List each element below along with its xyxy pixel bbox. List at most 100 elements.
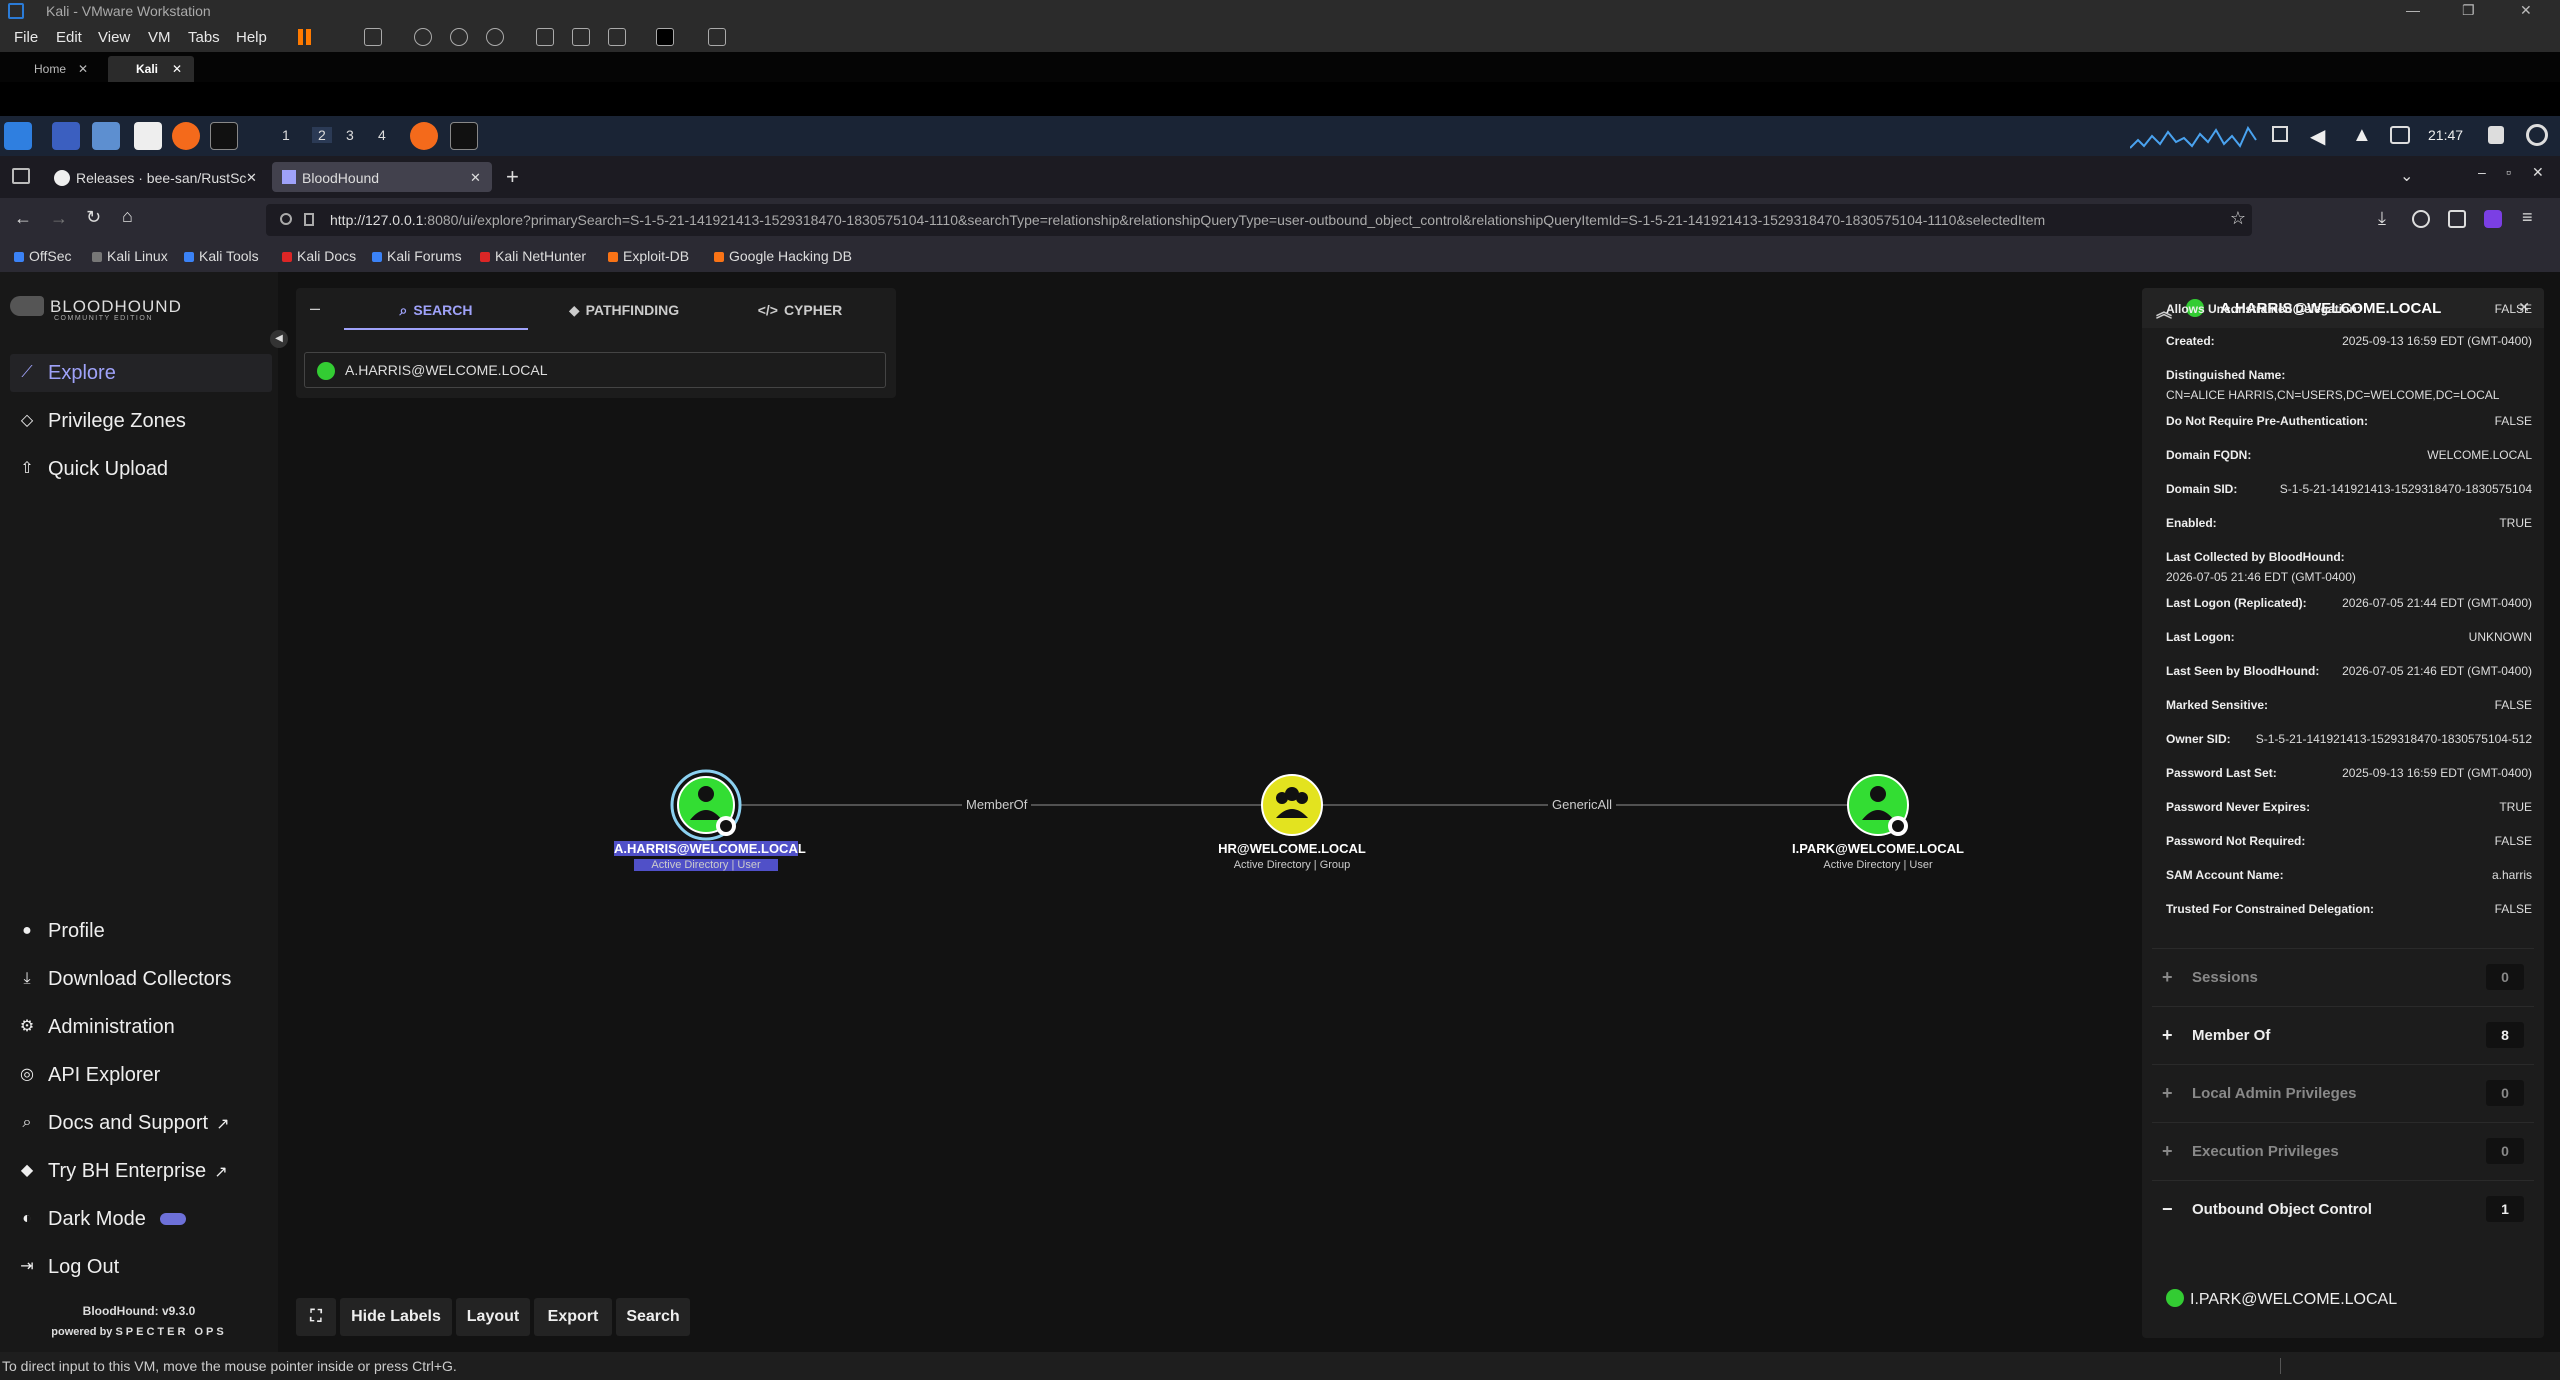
- workspace-2[interactable]: 2: [312, 127, 332, 143]
- url-host: http://127.0.0.1: [330, 212, 424, 228]
- maximize-icon[interactable]: ▫: [2506, 164, 2511, 180]
- device-icons[interactable]: [2280, 1358, 2540, 1374]
- close-window-icon[interactable]: ✕: [2532, 164, 2544, 181]
- thumbnail-icon[interactable]: [572, 28, 590, 46]
- tab-bloodhound[interactable]: BloodHound ✕: [272, 162, 492, 192]
- menu-help[interactable]: Help: [236, 29, 267, 46]
- library-icon[interactable]: [536, 28, 554, 46]
- volume-icon[interactable]: ◀: [2310, 124, 2325, 149]
- account-icon[interactable]: [2412, 210, 2430, 228]
- tab-pathfinding[interactable]: ◆ PATHFINDING: [532, 288, 716, 330]
- menu-edit[interactable]: Edit: [56, 29, 82, 46]
- menu-vm[interactable]: VM: [148, 29, 171, 46]
- workspace-1[interactable]: 1: [282, 127, 290, 143]
- tab-cypher[interactable]: </> CYPHER: [708, 288, 892, 330]
- revert-snapshot-icon[interactable]: [450, 28, 468, 46]
- section-member-of[interactable]: + Member Of 8: [2152, 1006, 2534, 1064]
- menu-icon[interactable]: ≡: [2522, 207, 2533, 228]
- bookmark-exploit-db[interactable]: Exploit-DB: [608, 248, 689, 264]
- firefox-icon[interactable]: [172, 122, 200, 150]
- workspace-3[interactable]: 3: [346, 127, 354, 143]
- section-outbound-object-control[interactable]: − Outbound Object Control 1: [2152, 1180, 2534, 1238]
- bookmark-kali-tools[interactable]: Kali Tools: [184, 248, 259, 264]
- menu-file[interactable]: File: [14, 29, 38, 46]
- workspace-4[interactable]: 4: [378, 127, 386, 143]
- notification-bell-icon[interactable]: ▲: [2352, 124, 2372, 147]
- bookmark-offsec[interactable]: OffSec: [14, 248, 72, 264]
- section-local-admin-privileges[interactable]: + Local Admin Privileges 0: [2152, 1064, 2534, 1122]
- tab-search[interactable]: ⌕ SEARCH: [344, 288, 528, 330]
- close-icon[interactable]: ✕: [78, 62, 88, 76]
- graph-search-button[interactable]: Search: [616, 1298, 690, 1336]
- tab-releases[interactable]: Releases · bee-san/RustSc ✕: [46, 162, 262, 192]
- property-value: TRUE: [2499, 516, 2532, 530]
- stretch-icon[interactable]: [708, 28, 726, 46]
- firefox-window-icon[interactable]: [410, 122, 438, 150]
- bookmark-kali-docs[interactable]: Kali Docs: [282, 248, 356, 264]
- minimize-icon[interactable]: —: [2406, 2, 2420, 18]
- section-count: 0: [2486, 964, 2524, 990]
- node-hr-label[interactable]: HR@WELCOME.LOCAL: [1192, 841, 1392, 856]
- display-icon[interactable]: [2272, 126, 2288, 142]
- menu-tabs[interactable]: Tabs: [188, 29, 220, 46]
- crop-button[interactable]: ⛶: [296, 1298, 336, 1336]
- minimize-icon[interactable]: –: [2478, 164, 2486, 180]
- section-execution-privileges[interactable]: + Execution Privileges 0: [2152, 1122, 2534, 1180]
- close-icon[interactable]: ✕: [172, 62, 182, 76]
- extensions-icon[interactable]: [2448, 210, 2466, 228]
- layout-button[interactable]: Layout: [456, 1298, 530, 1336]
- hide-labels-button[interactable]: Hide Labels: [340, 1298, 452, 1336]
- section-sessions[interactable]: + Sessions 0: [2152, 948, 2534, 1006]
- pause-icon[interactable]: [298, 29, 303, 45]
- tab-home[interactable]: Home ✕: [6, 56, 102, 82]
- downloads-icon[interactable]: ⤓: [2378, 208, 2386, 229]
- terminal-window-icon[interactable]: [450, 122, 478, 150]
- lock-icon[interactable]: [2488, 126, 2504, 144]
- bookmark-kali-linux[interactable]: Kali Linux: [92, 248, 168, 264]
- shield-icon[interactable]: [280, 213, 292, 225]
- edge-genericall-label[interactable]: GenericAll: [1548, 797, 1616, 812]
- url-bar[interactable]: http://127.0.0.1:8080/ui/explore?primary…: [266, 204, 2252, 236]
- snapshot-icon[interactable]: [414, 28, 432, 46]
- tab-list-icon[interactable]: ⌄: [2400, 166, 2413, 186]
- close-icon[interactable]: ✕: [470, 170, 481, 186]
- fullscreen-icon[interactable]: [608, 28, 626, 46]
- node-i-park-label[interactable]: I.PARK@WELCOME.LOCAL: [1778, 841, 1978, 856]
- terminal-icon[interactable]: [210, 122, 238, 150]
- property-key: Last Logon:: [2166, 630, 2235, 644]
- menu-view[interactable]: View: [98, 29, 130, 46]
- collapse-panel-icon[interactable]: –: [310, 298, 320, 319]
- snapshot-manager-icon[interactable]: [486, 28, 504, 46]
- text-editor-icon[interactable]: [134, 122, 162, 150]
- close-icon[interactable]: ✕: [2520, 2, 2532, 19]
- expand-icon: +: [2162, 1141, 2173, 1161]
- send-ctrl-alt-del-icon[interactable]: [364, 28, 382, 46]
- power-icon[interactable]: [2526, 124, 2548, 146]
- forward-icon[interactable]: →: [50, 208, 68, 229]
- section-label: Sessions: [2192, 969, 2258, 986]
- show-desktop-icon[interactable]: [52, 122, 80, 150]
- page-icon[interactable]: [304, 213, 314, 226]
- file-manager-icon[interactable]: [92, 122, 120, 150]
- bookmark-google-hacking-db[interactable]: Google Hacking DB: [714, 248, 852, 264]
- outbound-object-item[interactable]: I.PARK@WELCOME.LOCAL: [2166, 1289, 2397, 1309]
- restore-icon[interactable]: ❐: [2462, 2, 2475, 19]
- new-tab-icon[interactable]: +: [506, 164, 519, 190]
- tab-kali[interactable]: Kali ✕: [108, 56, 194, 82]
- close-icon[interactable]: ✕: [246, 170, 257, 186]
- bookmark-kali-nethunter[interactable]: Kali NetHunter: [480, 248, 586, 264]
- edge-memberof-label[interactable]: MemberOf: [962, 797, 1032, 812]
- bookmark-kali-forums[interactable]: Kali Forums: [372, 248, 462, 264]
- kali-menu-icon[interactable]: [4, 122, 32, 150]
- tab-overview-icon[interactable]: [12, 168, 30, 184]
- console-icon[interactable]: [656, 28, 674, 46]
- export-button[interactable]: Export: [534, 1298, 612, 1336]
- extension-icon[interactable]: [2484, 210, 2502, 228]
- back-icon[interactable]: ←: [14, 208, 32, 229]
- node-a-harris-label[interactable]: A.HARRIS@WELCOME.LOCAL: [614, 841, 806, 856]
- expand-icon: −: [2162, 1199, 2173, 1219]
- search-input[interactable]: A.HARRIS@WELCOME.LOCAL: [304, 352, 886, 388]
- bookmark-star-icon[interactable]: ☆: [2229, 208, 2246, 229]
- home-icon[interactable]: ⌂: [122, 206, 133, 227]
- reload-icon[interactable]: ↻: [86, 207, 101, 228]
